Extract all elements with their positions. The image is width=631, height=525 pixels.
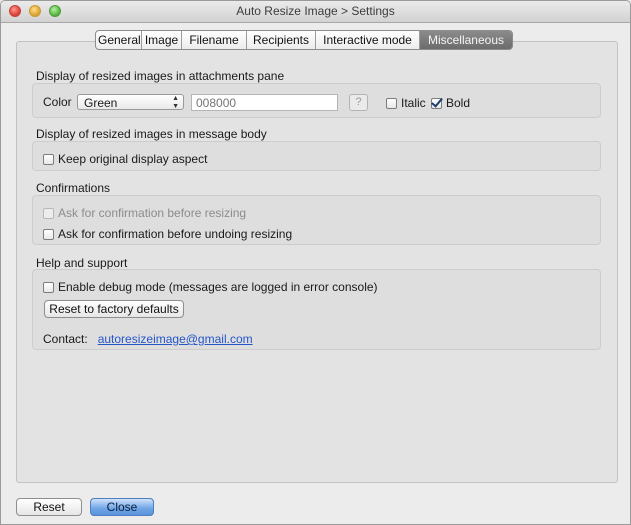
miscellaneous-content: Display of resized images in attachments… bbox=[32, 61, 602, 361]
color-label: Color bbox=[43, 95, 72, 109]
message-body-section-title: Display of resized images in message bod… bbox=[36, 127, 267, 141]
help-support-section-title: Help and support bbox=[36, 256, 128, 270]
italic-checkbox[interactable] bbox=[386, 97, 397, 109]
color-help-button[interactable]: ? bbox=[349, 94, 368, 111]
confirm-before-resizing-label: Ask for confirmation before resizing bbox=[58, 206, 247, 220]
tab-recipients[interactable]: Recipients bbox=[247, 31, 316, 49]
window-title: Auto Resize Image > Settings bbox=[236, 4, 395, 18]
confirm-before-resizing-checkbox[interactable] bbox=[43, 207, 54, 219]
tab-miscellaneous[interactable]: Miscellaneous bbox=[420, 31, 512, 49]
tab-image[interactable]: Image bbox=[142, 31, 182, 49]
color-select-value: Green bbox=[84, 96, 118, 110]
title-bar[interactable]: Auto Resize Image > Settings bbox=[1, 1, 630, 23]
keep-aspect-label: Keep original display aspect bbox=[58, 152, 208, 166]
italic-label: Italic bbox=[401, 96, 426, 110]
color-select[interactable]: Green ▲ ▼ bbox=[77, 94, 184, 110]
close-button[interactable]: Close bbox=[90, 498, 154, 516]
attachments-pane-section-title: Display of resized images in attachments… bbox=[36, 69, 285, 83]
settings-window: Auto Resize Image > Settings General Ima… bbox=[0, 0, 631, 525]
bold-label: Bold bbox=[446, 96, 471, 110]
zoom-window-icon[interactable] bbox=[49, 5, 61, 17]
color-hex-input[interactable] bbox=[191, 94, 338, 111]
tab-interactive-mode[interactable]: Interactive mode bbox=[316, 31, 420, 49]
confirmations-section-title: Confirmations bbox=[36, 181, 111, 195]
close-window-icon[interactable] bbox=[9, 5, 21, 17]
confirm-before-undoing-checkbox[interactable] bbox=[43, 228, 54, 240]
tab-filename[interactable]: Filename bbox=[182, 31, 247, 49]
contact-label: Contact: bbox=[43, 332, 88, 346]
minimize-window-icon[interactable] bbox=[29, 5, 41, 17]
debug-mode-label: Enable debug mode (messages are logged i… bbox=[58, 280, 378, 294]
contact-email-link[interactable]: autoresizeimage@gmail.com bbox=[98, 332, 253, 346]
tab-bar: General Image Filename Recipients Intera… bbox=[95, 30, 513, 50]
tab-general[interactable]: General bbox=[96, 31, 142, 49]
reset-button[interactable]: Reset bbox=[16, 498, 82, 516]
bold-checkbox[interactable] bbox=[431, 97, 442, 109]
confirm-before-undoing-label: Ask for confirmation before undoing resi… bbox=[58, 227, 293, 241]
reset-factory-defaults-button[interactable]: Reset to factory defaults bbox=[44, 300, 184, 318]
debug-mode-checkbox[interactable] bbox=[43, 281, 54, 293]
select-arrows-icon: ▲ ▼ bbox=[172, 95, 179, 110]
keep-aspect-checkbox[interactable] bbox=[43, 153, 54, 165]
